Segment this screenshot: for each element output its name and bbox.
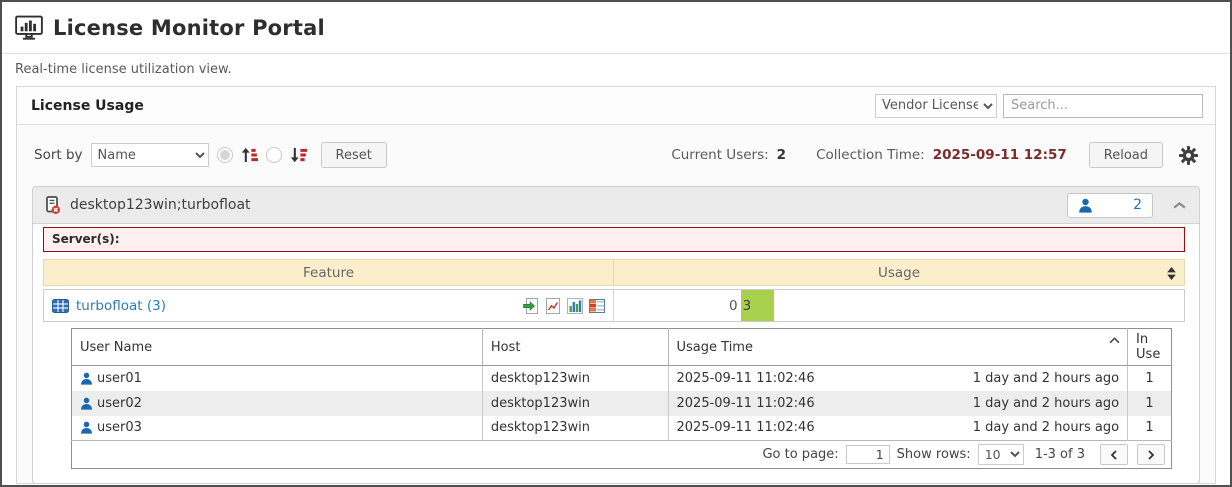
license-monitor-portal-window: License Monitor Portal Real-time license… <box>0 0 1232 487</box>
feature-link[interactable]: turbofloat (3) <box>76 298 166 314</box>
next-page-button[interactable] <box>1137 444 1165 465</box>
panel-title: License Usage <box>31 97 144 114</box>
reset-button[interactable]: Reset <box>320 142 387 168</box>
host-cell: desktop123win <box>482 415 669 441</box>
chevron-up-icon[interactable] <box>1172 201 1187 210</box>
usage-time-ago: 1 day and 2 hours ago <box>972 395 1120 411</box>
rows-per-page-select[interactable]: 10 <box>977 444 1024 465</box>
reload-button[interactable]: Reload <box>1088 142 1163 168</box>
panel-controls: Vendor License <box>875 93 1203 118</box>
current-users-label: Current Users: <box>671 147 769 163</box>
feature-cell: turbofloat (3) <box>44 290 614 321</box>
usage-time: 2025-09-11 11:02:46 <box>676 420 815 436</box>
license-usage-panel: License Usage Vendor License Sort by Nam… <box>16 86 1216 484</box>
collection-time-label: Collection Time: <box>816 147 925 163</box>
feature-table-header: Feature Usage <box>43 259 1185 286</box>
search-input[interactable] <box>1003 93 1203 118</box>
sort-both-icon[interactable] <box>1167 267 1176 280</box>
panel-header: License Usage Vendor License <box>17 87 1215 125</box>
user-table: User Name Host Usage Time In Use user01 … <box>71 328 1172 469</box>
user-icon <box>1078 198 1093 213</box>
server-error-icon <box>44 195 61 215</box>
accordion-body: Server(s): Feature Usage turbofloat (3) … <box>33 224 1199 483</box>
page-subtitle: Real-time license utilization view. <box>15 62 232 77</box>
usage-time-ago: 1 day and 2 hours ago <box>972 370 1120 386</box>
page-title: License Monitor Portal <box>53 15 325 40</box>
in-use-column-header[interactable]: In Use <box>1127 328 1172 366</box>
user-name: user01 <box>97 370 142 386</box>
grid-table-icon <box>52 298 69 313</box>
vendor-license-select[interactable]: Vendor License <box>875 93 997 118</box>
servers-banner: Server(s): <box>43 227 1185 252</box>
data-table-icon[interactable] <box>589 298 605 314</box>
usage-time-header-label: Usage Time <box>676 339 753 355</box>
pagination-row: Go to page: Show rows: 10 1-3 of 3 <box>71 440 1172 469</box>
host-cell: desktop123win <box>482 365 669 391</box>
sort-descending-icon[interactable] <box>290 147 307 163</box>
bar-chart-icon[interactable] <box>567 297 583 314</box>
feature-actions <box>523 297 605 314</box>
user-icon <box>80 397 93 410</box>
server-accordion: desktop123win;turbofloat 2 Server(s): Fe… <box>32 186 1200 484</box>
in-use-cell: 1 <box>1145 420 1154 436</box>
user-name: user02 <box>97 395 142 411</box>
caret-up-icon <box>1109 337 1120 344</box>
usage-time: 2025-09-11 11:02:46 <box>676 395 815 411</box>
usage-column-header[interactable]: Usage <box>614 260 1184 285</box>
usage-header-label: Usage <box>877 264 921 281</box>
toolbar-status: Current Users: 2 Collection Time: 2025-0… <box>671 142 1198 168</box>
chart-document-icon[interactable] <box>545 297 561 314</box>
feature-row: turbofloat (3) 0 3 <box>43 289 1185 322</box>
table-row[interactable]: user01 desktop123win 2025-09-11 11:02:46… <box>71 365 1172 391</box>
in-use-cell: 1 <box>1145 395 1154 411</box>
sort-asc-radio[interactable] <box>216 147 233 163</box>
feature-column-header[interactable]: Feature <box>44 260 614 285</box>
in-use-cell: 1 <box>1145 370 1154 386</box>
user-icon <box>80 421 93 434</box>
collection-time-value: 2025-09-11 12:57 <box>932 147 1067 163</box>
usage-cell: 0 3 <box>614 290 1184 321</box>
gear-icon[interactable] <box>1179 145 1198 165</box>
toolbar: Sort by Name Reset Current Users: 2 Coll… <box>34 142 1198 168</box>
sort-by-label: Sort by <box>34 147 83 163</box>
accordion-header[interactable]: desktop123win;turbofloat 2 <box>33 187 1199 224</box>
sort-controls: Sort by Name Reset <box>34 142 387 168</box>
usage-bar: 3 <box>740 290 774 321</box>
user-table-header-row: User Name Host Usage Time In Use <box>71 328 1172 366</box>
user-count-badge: 2 <box>1067 192 1153 218</box>
app-header: License Monitor Portal <box>2 2 1230 54</box>
user-icon <box>80 372 93 385</box>
monitor-chart-icon <box>15 15 43 41</box>
panel-body: Sort by Name Reset Current Users: 2 Coll… <box>17 125 1215 485</box>
current-users-value: 2 <box>776 147 787 163</box>
pagination: Go to page: Show rows: 10 1-3 of 3 <box>78 444 1165 465</box>
page-number-input[interactable] <box>845 445 890 464</box>
usage-min-value: 0 <box>729 297 738 314</box>
table-row[interactable]: user02 desktop123win 2025-09-11 11:02:46… <box>71 390 1172 416</box>
host-column-header[interactable]: Host <box>482 328 669 366</box>
usage-time-column-header[interactable]: Usage Time <box>668 328 1129 366</box>
show-rows-label: Show rows: <box>896 447 971 462</box>
row-range-label: 1-3 of 3 <box>1034 447 1085 462</box>
prev-page-button[interactable] <box>1100 444 1128 465</box>
sort-field-select[interactable]: Name <box>90 143 209 167</box>
sort-ascending-icon[interactable] <box>241 147 258 163</box>
user-count-value: 2 <box>1133 197 1142 213</box>
table-row[interactable]: user03 desktop123win 2025-09-11 11:02:46… <box>71 415 1172 441</box>
go-to-page-label: Go to page: <box>762 447 839 462</box>
usage-time: 2025-09-11 11:02:46 <box>676 370 815 386</box>
host-cell: desktop123win <box>482 390 669 416</box>
user-name-column-header[interactable]: User Name <box>71 328 483 366</box>
usage-time-ago: 1 day and 2 hours ago <box>972 420 1120 436</box>
accordion-title: desktop123win;turbofloat <box>70 197 251 213</box>
sort-desc-radio[interactable] <box>265 147 282 163</box>
export-document-icon[interactable] <box>523 297 539 314</box>
user-name: user03 <box>97 420 142 436</box>
